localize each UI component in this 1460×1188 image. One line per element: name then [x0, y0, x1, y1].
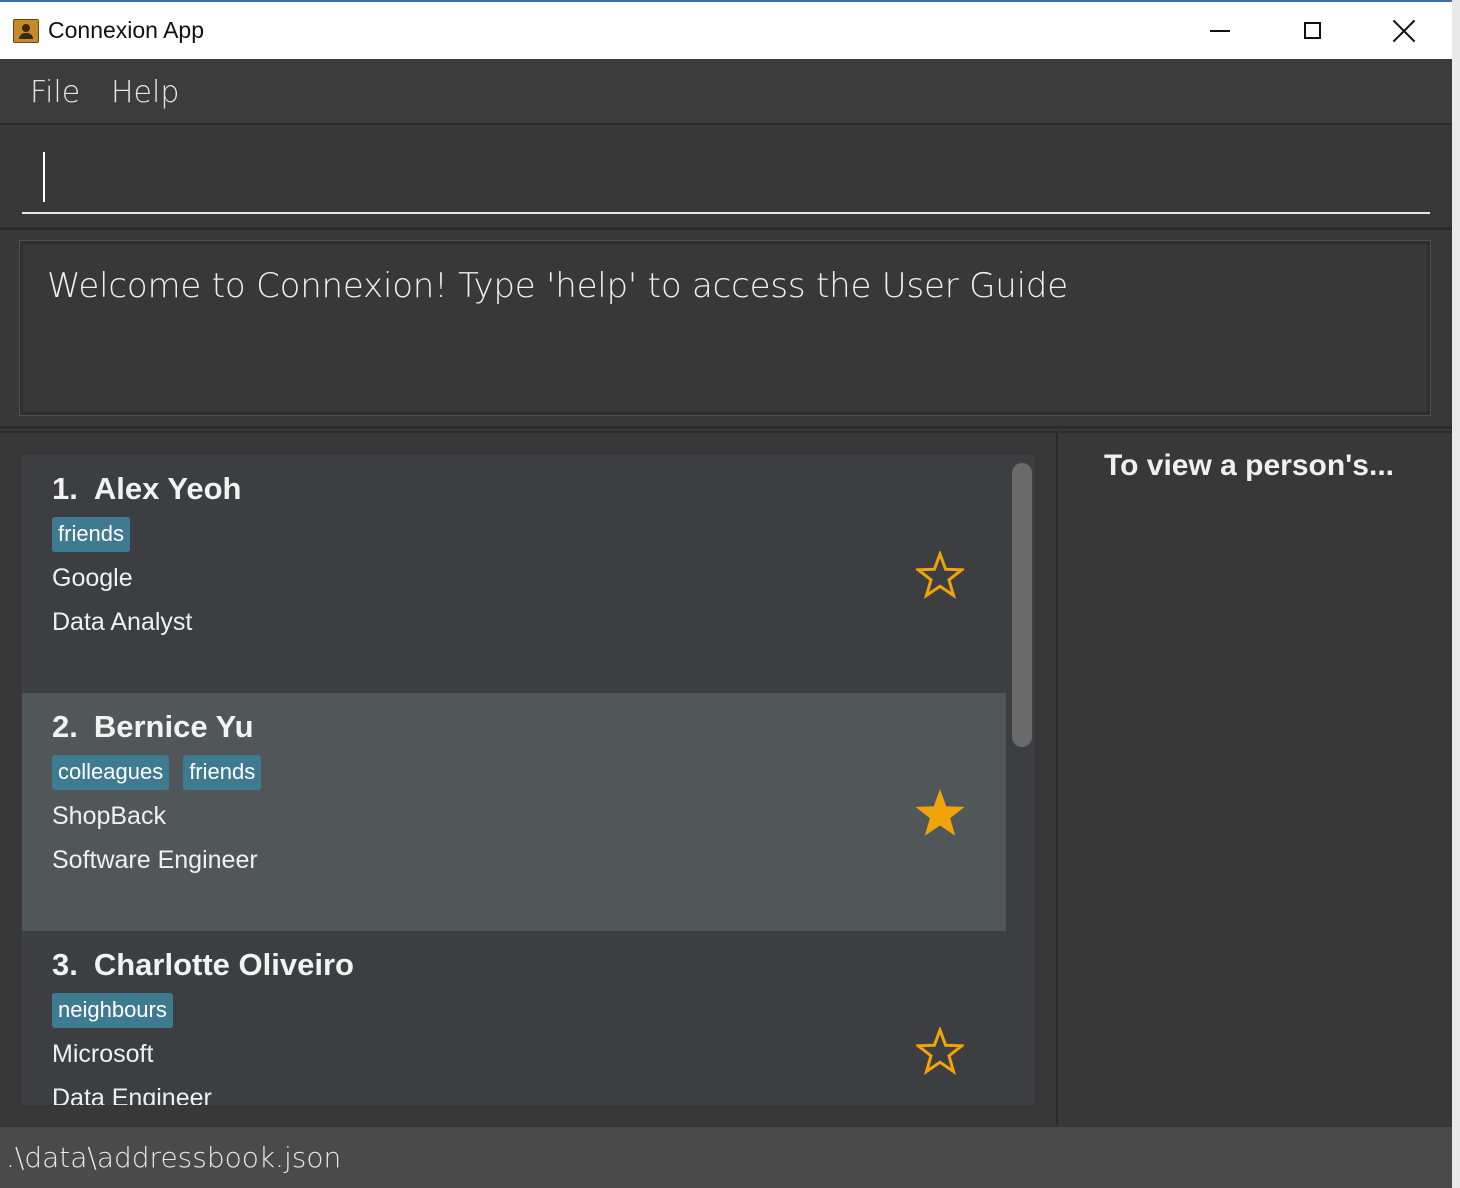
command-input[interactable]: [22, 144, 1430, 214]
person-list[interactable]: 1. Alex Yeoh friends Google Data Analyst …: [22, 455, 1034, 1105]
tag-label: friends: [52, 517, 131, 552]
tag-label: colleagues: [52, 755, 170, 790]
person-role: Software Engineer: [52, 846, 258, 874]
person-name: Bernice Yu: [93, 709, 254, 744]
tag-list: colleagues friends: [52, 755, 262, 790]
close-button[interactable]: [1358, 2, 1450, 59]
maximize-button[interactable]: [1266, 2, 1358, 59]
menu-file[interactable]: File: [30, 75, 80, 110]
result-display[interactable]: Welcome to Connexion! Type 'help' to acc…: [19, 240, 1431, 416]
tag-label: friends: [183, 755, 262, 790]
save-location: .\data\addressbook.json: [6, 1141, 342, 1174]
person-index: 2.: [52, 709, 78, 744]
tag-list: neighbours: [52, 993, 173, 1028]
person-name: Alex Yeoh: [93, 471, 242, 506]
scrollbar-thumb[interactable]: [1012, 463, 1032, 747]
detail-placeholder: To view a person's...: [1104, 449, 1394, 482]
star-icon[interactable]: [916, 551, 964, 599]
person-name-row: 1. Alex Yeoh: [52, 471, 241, 507]
person-card[interactable]: 3. Charlotte Oliveiro neighbours Microsof…: [22, 931, 1006, 1105]
command-box: [0, 126, 1452, 230]
person-list-panel: 1. Alex Yeoh friends Google Data Analyst …: [0, 431, 1058, 1125]
result-display-panel: Welcome to Connexion! Type 'help' to acc…: [0, 231, 1452, 429]
app-body: File Help Welcome to Connexion! Type 'he…: [0, 59, 1452, 1188]
person-index: 1.: [52, 471, 78, 506]
person-role: Data Engineer: [52, 1084, 212, 1105]
tag-label: neighbours: [52, 993, 173, 1028]
close-icon: [1392, 19, 1416, 43]
person-card[interactable]: 1. Alex Yeoh friends Google Data Analyst: [22, 455, 1006, 693]
title-bar: Connexion App: [0, 0, 1452, 59]
person-card[interactable]: 2. Bernice Yu colleagues friends ShopBack…: [22, 693, 1006, 931]
window-edge: [1452, 0, 1460, 1188]
person-name-row: 2. Bernice Yu: [52, 709, 254, 745]
window-title: Connexion App: [48, 17, 205, 43]
star-icon[interactable]: [916, 1027, 964, 1075]
text-caret: [43, 152, 45, 202]
tag-list: friends: [52, 517, 131, 552]
person-company: ShopBack: [52, 802, 166, 830]
maximize-icon: [1303, 22, 1321, 39]
person-detail-panel: To view a person's...: [1060, 431, 1452, 1125]
minimize-button[interactable]: [1174, 2, 1266, 59]
star-icon[interactable]: [916, 789, 964, 837]
person-index: 3.: [52, 947, 78, 982]
status-bar: .\data\addressbook.json: [0, 1127, 1452, 1188]
person-name-row: 3. Charlotte Oliveiro: [52, 947, 354, 983]
menu-bar: File Help: [0, 59, 1452, 125]
person-name: Charlotte Oliveiro: [93, 947, 354, 982]
person-company: Microsoft: [52, 1040, 154, 1068]
minimize-icon: [1210, 29, 1230, 32]
contact-book-icon: [13, 19, 39, 43]
person-role: Data Analyst: [52, 608, 193, 636]
result-message: Welcome to Connexion! Type 'help' to acc…: [47, 266, 1068, 306]
menu-help[interactable]: Help: [111, 75, 179, 110]
person-company: Google: [52, 564, 133, 592]
